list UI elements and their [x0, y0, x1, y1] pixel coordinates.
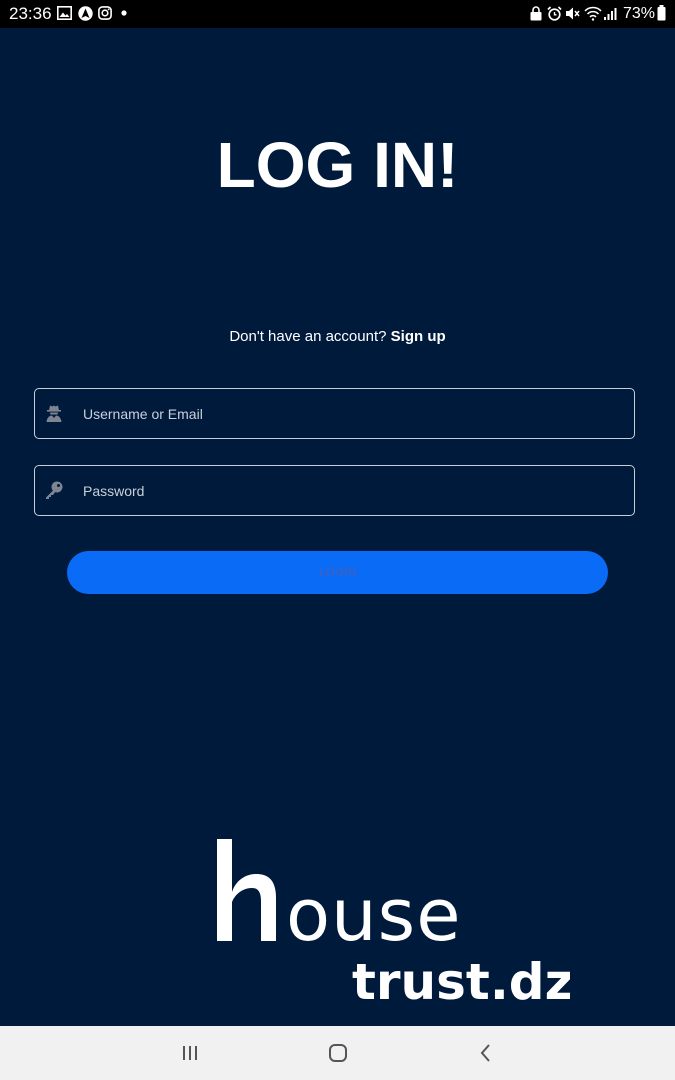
password-field[interactable]: Password: [34, 465, 635, 516]
password-placeholder: Password: [83, 483, 145, 499]
logo-trust-text: trust.dz: [352, 953, 570, 1011]
signal-icon: [604, 8, 617, 20]
home-icon[interactable]: [328, 1043, 348, 1063]
mute-icon: [566, 7, 580, 20]
battery-icon: [657, 5, 666, 21]
dot-icon: [121, 10, 127, 16]
android-auto-icon: [78, 6, 93, 21]
back-icon[interactable]: [476, 1043, 496, 1063]
alarm-icon: [547, 6, 562, 21]
lock-icon: [530, 6, 542, 21]
gallery-icon: [57, 6, 72, 20]
wifi-icon: [584, 6, 602, 21]
logo-ouse-text: ouse: [286, 873, 462, 957]
instagram-icon: [98, 6, 112, 20]
status-time: 23:36: [9, 4, 52, 23]
signup-prompt: Don't have an account? Sign up: [0, 327, 675, 347]
signup-prompt-text: Don't have an account?: [229, 328, 387, 345]
username-placeholder: Username or Email: [83, 406, 203, 422]
recent-apps-icon[interactable]: [180, 1043, 200, 1063]
page-title: LOG IN!: [216, 129, 459, 201]
logo-h-letter: [217, 839, 276, 941]
login-button[interactable]: LOGIN: [67, 551, 608, 594]
signup-link[interactable]: Sign up: [391, 328, 446, 345]
battery-percent: 73%: [623, 5, 656, 22]
key-icon: [46, 481, 63, 499]
username-field[interactable]: Username or Email: [34, 388, 635, 439]
user-secret-icon: [46, 405, 62, 422]
house-trust-logo: ouse trust.dz: [217, 839, 570, 1011]
nav-bar: [0, 1026, 675, 1080]
status-bar: 23:36 73%: [0, 0, 675, 28]
